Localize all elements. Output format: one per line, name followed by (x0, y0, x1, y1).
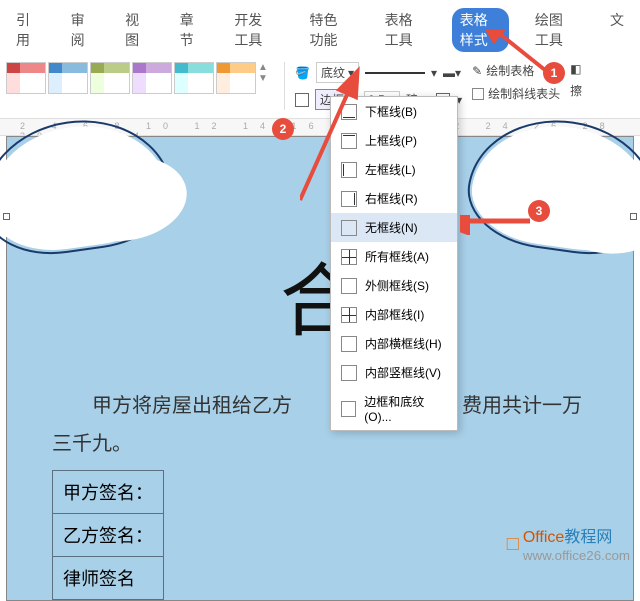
menu-inside-borders[interactable]: 内部框线(I) (331, 300, 457, 329)
style-thumb[interactable] (6, 62, 46, 94)
style-thumb[interactable] (174, 62, 214, 94)
annotation-marker-2: 2 (272, 118, 294, 140)
selection-handle[interactable] (3, 213, 10, 220)
style-thumb[interactable] (48, 62, 88, 94)
eraser-button[interactable]: 擦 (570, 82, 582, 99)
table-cell[interactable]: 乙方签名： (53, 514, 164, 557)
document-paragraph: 甲方将房屋出租给乙方 包水电费，费用共计一万三千九。 (52, 387, 588, 463)
watermark: □ Office教程网www.office26.com (507, 523, 630, 565)
style-thumb[interactable] (90, 62, 130, 94)
annotation-marker-3: 3 (528, 200, 550, 222)
menu-inside-v-border[interactable]: 内部竖框线(V) (331, 358, 457, 387)
selection-handle[interactable] (630, 213, 637, 220)
annotation-arrow (460, 215, 540, 235)
eraser-icon: ◧ (570, 62, 581, 76)
menu-borders-shading[interactable]: 边框和底纹(O)... (331, 387, 457, 430)
tab-text[interactable]: 文 (602, 8, 632, 52)
annotation-marker-1: 1 (543, 62, 565, 84)
menu-outside-borders[interactable]: 外侧框线(S) (331, 271, 457, 300)
tab-view[interactable]: 视图 (117, 8, 154, 52)
gallery-expand-icon[interactable]: ▲▼ (258, 62, 274, 84)
menu-all-borders[interactable]: 所有框线(A) (331, 242, 457, 271)
table-cell[interactable]: 律师签名 (53, 557, 164, 600)
style-thumb[interactable] (132, 62, 172, 94)
annotation-arrow (300, 30, 560, 230)
table-style-gallery[interactable] (6, 62, 256, 94)
tab-chapter[interactable]: 章节 (172, 8, 209, 52)
signature-table[interactable]: 甲方签名： 乙方签名： 律师签名 (52, 470, 164, 600)
tab-developer[interactable]: 开发工具 (226, 8, 283, 52)
tab-reference[interactable]: 引用 (8, 8, 45, 52)
style-thumb[interactable] (216, 62, 256, 94)
table-cell[interactable]: 甲方签名： (53, 471, 164, 514)
menu-inside-h-border[interactable]: 内部横框线(H) (331, 329, 457, 358)
tab-review[interactable]: 审阅 (63, 8, 100, 52)
